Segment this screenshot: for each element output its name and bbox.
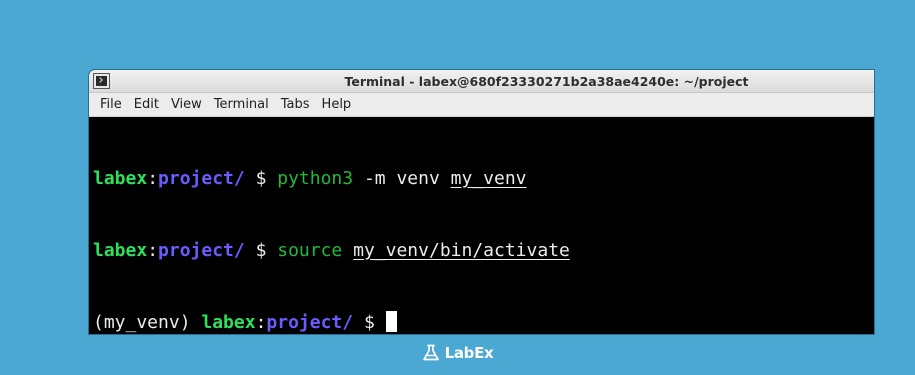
prompt-dollar: $	[244, 168, 278, 189]
command-name: source	[277, 240, 343, 261]
menu-view[interactable]: View	[165, 94, 208, 116]
prompt-path: project/	[158, 168, 245, 189]
terminal-output[interactable]: labex:project/ $ python3 -m venv my_venv…	[89, 117, 874, 334]
prompt-colon: :	[255, 312, 267, 333]
menu-tabs[interactable]: Tabs	[275, 94, 316, 116]
venv-prefix: (my_venv)	[93, 312, 202, 333]
prompt-path: project/	[266, 312, 354, 333]
menu-terminal[interactable]: Terminal	[208, 94, 275, 116]
title-bar[interactable]: Terminal - labex@680f23330271b2a38ae4240…	[89, 70, 874, 93]
text-cursor	[385, 311, 397, 332]
menu-bar: File Edit View Terminal Tabs Help	[89, 93, 874, 117]
command-path-arg: my_venv	[450, 168, 527, 189]
prompt-path: project/	[158, 240, 245, 261]
terminal-line: (my_venv) labex:project/ $	[93, 311, 874, 334]
command-name: python3	[277, 168, 354, 189]
prompt-dollar: $	[353, 312, 386, 333]
brand-name: LabEx	[444, 344, 494, 362]
terminal-line: labex:project/ $ python3 -m venv my_venv	[93, 167, 874, 191]
prompt-dollar: $	[244, 240, 278, 261]
terminal-line: labex:project/ $ source my_venv/bin/acti…	[93, 239, 874, 263]
prompt-colon: :	[147, 240, 159, 261]
command-args	[342, 240, 353, 261]
prompt-user: labex	[93, 168, 148, 189]
window-title: Terminal - labex@680f23330271b2a38ae4240…	[344, 74, 749, 89]
flask-icon	[422, 344, 440, 362]
command-path-arg: my_venv/bin/activate	[353, 240, 570, 261]
command-args: -m venv	[353, 168, 451, 189]
prompt-colon: :	[147, 168, 159, 189]
menu-file[interactable]: File	[94, 94, 128, 116]
terminal-window: Terminal - labex@680f23330271b2a38ae4240…	[89, 70, 874, 334]
menu-help[interactable]: Help	[316, 94, 358, 116]
labex-logo: LabEx	[0, 344, 915, 362]
prompt-user: labex	[201, 312, 256, 333]
menu-edit[interactable]: Edit	[128, 94, 165, 116]
prompt-user: labex	[93, 240, 148, 261]
